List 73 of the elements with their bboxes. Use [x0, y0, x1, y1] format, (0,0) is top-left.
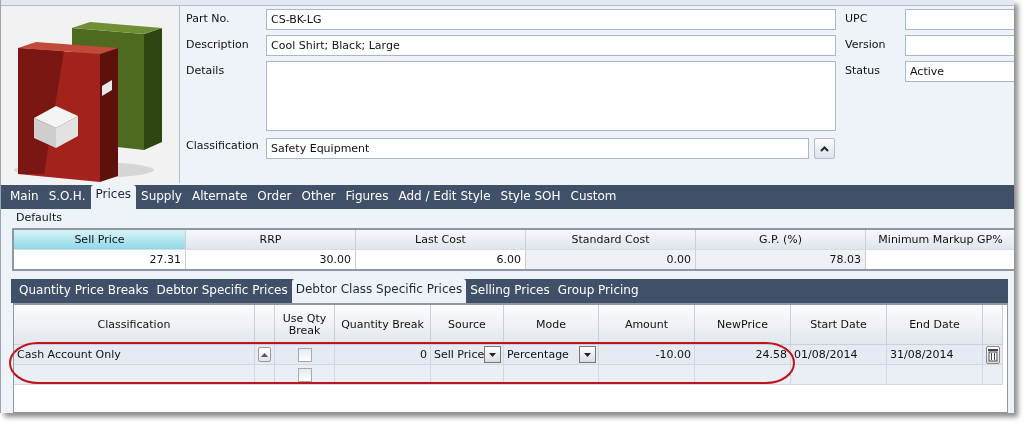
table-cell: 78.03: [696, 249, 866, 269]
lookup-button[interactable]: [258, 347, 271, 362]
caret-icon: [489, 352, 497, 357]
trash-icon: [986, 347, 999, 362]
tab[interactable]: Alternate: [186, 187, 253, 209]
dropdown-value: Percentage: [507, 348, 569, 361]
table-cell: Cash Account Only: [14, 345, 255, 365]
tab[interactable]: Debtor Specific Prices: [152, 281, 292, 303]
delete-button[interactable]: [985, 345, 1000, 364]
field-label: Status: [845, 63, 882, 79]
input-field[interactable]: [905, 35, 1014, 56]
input-field[interactable]: Safety Equipment: [266, 138, 809, 159]
column-header[interactable]: Source: [431, 305, 504, 345]
tab[interactable]: Add / Edit Style: [393, 187, 496, 209]
section-label: Defaults: [15, 211, 63, 226]
tab[interactable]: Supply: [136, 187, 187, 209]
column-header[interactable]: Last Cost: [356, 230, 526, 249]
caret-icon: [584, 352, 591, 357]
field-label: Part No.: [186, 11, 231, 27]
column-header[interactable]: Mode: [504, 305, 599, 345]
column-header[interactable]: [255, 305, 275, 345]
checkbox[interactable]: [297, 347, 312, 362]
tab[interactable]: Debtor Class Specific Prices: [291, 279, 467, 303]
field-label: Version: [845, 37, 887, 53]
column-header[interactable]: Minimum Markup GP%: [866, 230, 1014, 249]
tab[interactable]: Prices: [90, 185, 137, 209]
tab[interactable]: Selling Prices: [466, 281, 554, 303]
tab[interactable]: Style SOH: [495, 187, 566, 209]
lookup-button[interactable]: [814, 138, 835, 159]
column-header[interactable]: Quantity Break: [335, 305, 431, 345]
tab[interactable]: Custom: [565, 187, 622, 209]
tab[interactable]: Figures: [340, 187, 394, 209]
column-header[interactable]: Standard Cost: [526, 230, 696, 249]
input-field[interactable]: [905, 9, 1014, 30]
caret-icon: [820, 145, 829, 152]
tab[interactable]: S.O.H.: [43, 187, 91, 209]
checkbox[interactable]: [297, 367, 312, 382]
table-cell: 0.00: [526, 249, 696, 269]
dropdown-value: Sell Price: [434, 348, 485, 361]
dropdown-button[interactable]: [579, 346, 596, 363]
table-cell: 0: [335, 345, 431, 365]
field-label: Classification: [186, 138, 260, 154]
input-field[interactable]: Cool Shirt; Black; Large: [266, 35, 836, 56]
column-header[interactable]: Use Qty Break: [275, 305, 335, 345]
table-cell[interactable]: 30.00: [186, 249, 356, 269]
caret-icon: [261, 352, 268, 357]
tab[interactable]: Quantity Price Breaks: [15, 281, 153, 303]
column-header[interactable]: Classification: [14, 305, 255, 345]
text-area[interactable]: [266, 61, 836, 131]
table-cell: 24.58: [695, 345, 791, 365]
column-header[interactable]: Start Date: [791, 305, 887, 345]
column-header[interactable]: Sell Price: [14, 230, 186, 249]
field-label: UPC: [845, 11, 869, 27]
table-cell[interactable]: 6.00: [356, 249, 526, 269]
dropdown-button[interactable]: [484, 346, 501, 363]
table-cell[interactable]: 27.31: [14, 249, 186, 269]
field-label: Description: [186, 37, 250, 53]
tab[interactable]: Order: [252, 187, 297, 209]
column-header[interactable]: RRP: [186, 230, 356, 249]
tab[interactable]: Group Pricing: [553, 281, 643, 303]
table-cell: 01/08/2014: [791, 345, 887, 365]
table-cell[interactable]: [866, 249, 1014, 269]
column-header[interactable]: Amount: [599, 305, 695, 345]
input-field[interactable]: Active: [905, 61, 1014, 82]
tab[interactable]: Main: [5, 187, 44, 209]
column-header[interactable]: NewPrice: [695, 305, 791, 345]
tab[interactable]: Other: [296, 187, 341, 209]
column-header[interactable]: G.P. (%): [696, 230, 866, 249]
field-label: Details: [186, 63, 226, 79]
column-header[interactable]: End Date: [887, 305, 983, 345]
table-cell: -10.00: [599, 345, 695, 365]
input-field[interactable]: CS-BK-LG: [266, 9, 836, 30]
table-cell: 31/08/2014: [887, 345, 983, 365]
